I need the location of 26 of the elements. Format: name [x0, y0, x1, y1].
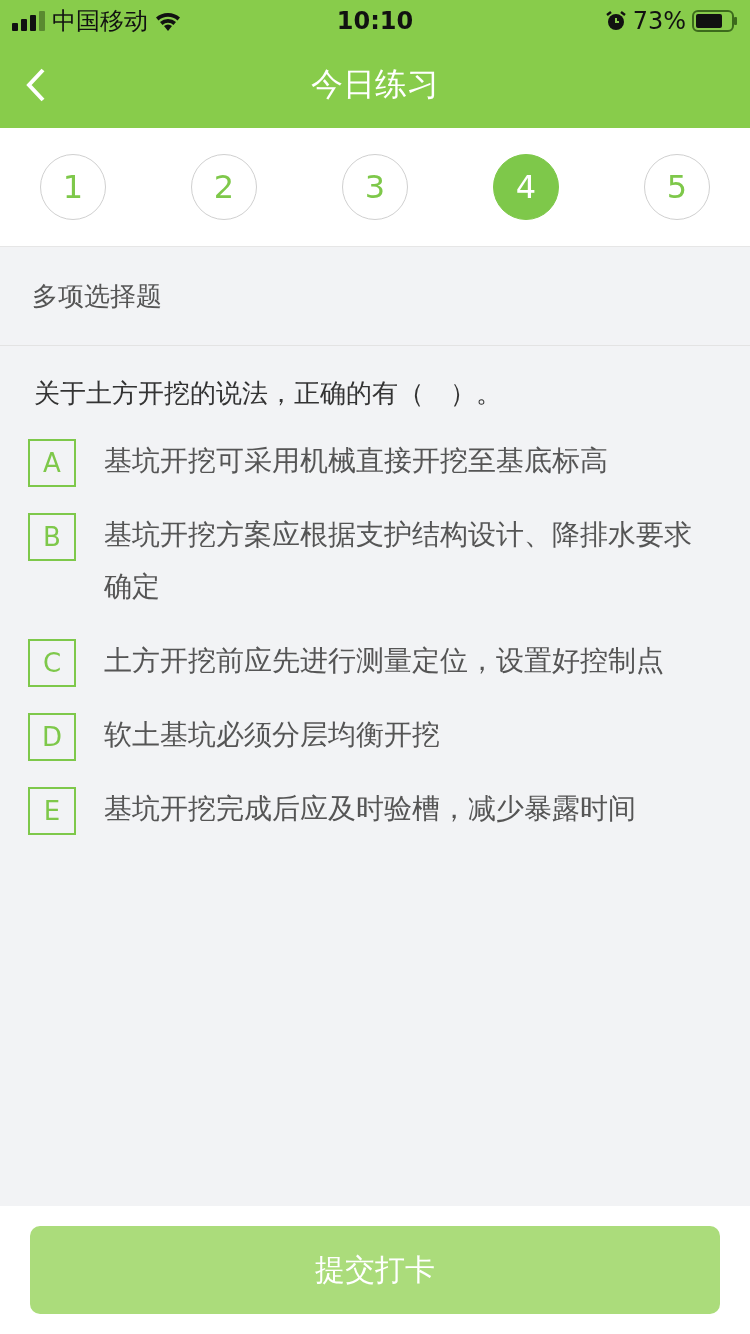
page-title: 今日练习 — [311, 64, 439, 105]
option-text[interactable]: 基坑开挖方案应根据支护结构设计、降排水要求确定 — [104, 509, 718, 613]
option-text[interactable]: 土方开挖前应先进行测量定位，设置好控制点 — [104, 635, 664, 687]
back-icon — [26, 68, 46, 102]
signal-icon — [12, 11, 46, 31]
alarm-clock-icon — [604, 10, 627, 32]
option-letter[interactable]: B — [28, 513, 76, 561]
option-text[interactable]: 基坑开挖完成后应及时验槽，减少暴露时间 — [104, 783, 636, 835]
option-text[interactable]: 软土基坑必须分层均衡开挖 — [104, 709, 440, 761]
option-letter[interactable]: D — [28, 713, 76, 761]
question-number[interactable]: 5 — [644, 154, 710, 220]
question-number[interactable]: 3 — [342, 154, 408, 220]
option-letter[interactable]: C — [28, 639, 76, 687]
carrier-name: 中国移动 — [52, 6, 148, 37]
option-letter[interactable]: A — [28, 439, 76, 487]
battery-icon — [692, 10, 738, 32]
option-text[interactable]: 基坑开挖可采用机械直接开挖至基底标高 — [104, 435, 608, 487]
option-letter[interactable]: E — [28, 787, 76, 835]
question-number[interactable]: 4 — [493, 154, 559, 220]
question-type: 多项选择题 — [32, 279, 162, 313]
battery-percent: 73% — [632, 7, 686, 35]
question-number[interactable]: 2 — [191, 154, 257, 220]
question-text: 关于土方开挖的说法，正确的有（ ）。 — [33, 377, 503, 410]
wifi-icon — [154, 11, 182, 31]
clock-time: 10:10 — [336, 7, 414, 35]
question-number[interactable]: 1 — [40, 154, 106, 220]
